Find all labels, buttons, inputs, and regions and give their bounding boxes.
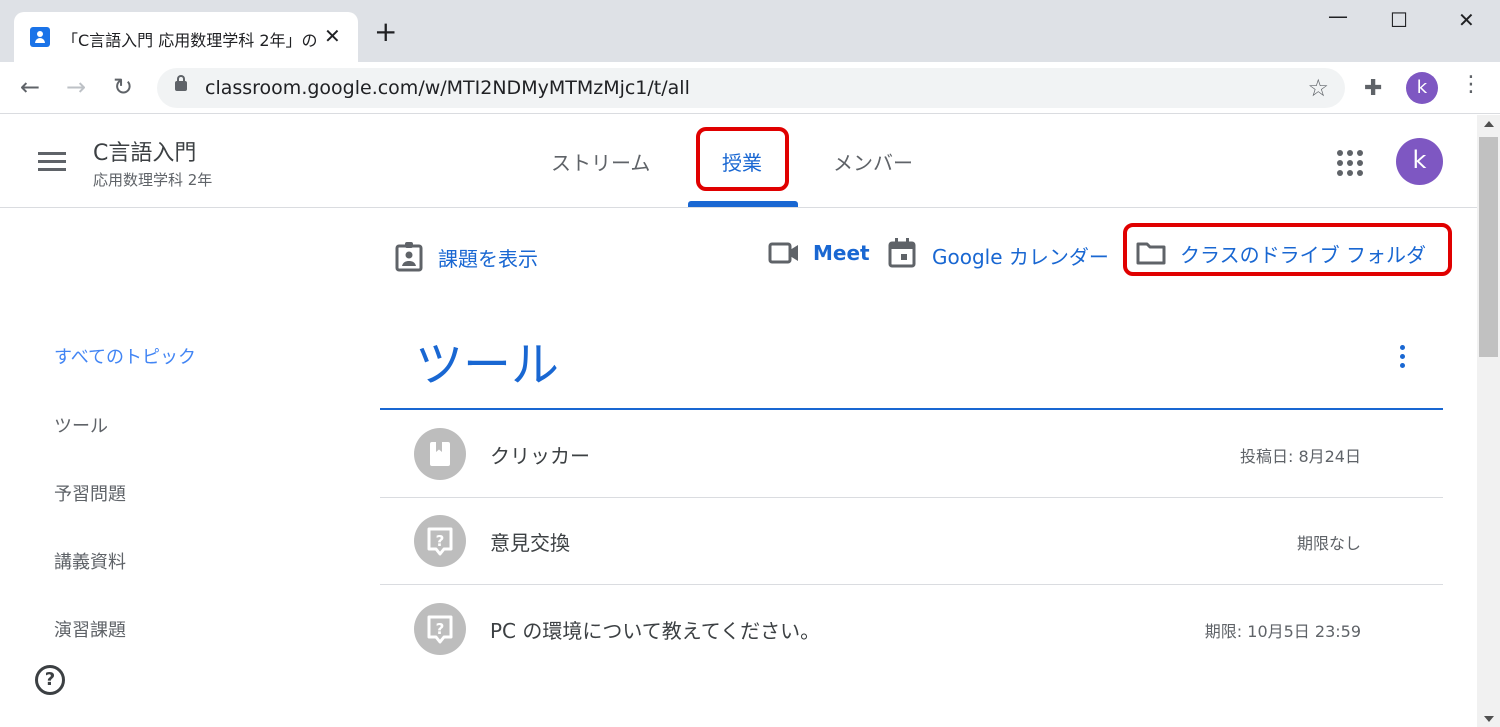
list-item-title: 意見交換 — [490, 531, 570, 555]
browser-menu-icon[interactable]: ⋮ — [1460, 72, 1482, 97]
view-assignments-link[interactable]: 課題を表示 — [395, 240, 545, 274]
browser-tab[interactable]: 「C言語入門 応用数理学科 2年」の ✕ — [14, 12, 358, 62]
reload-icon[interactable]: ↻ — [113, 74, 133, 100]
address-bar[interactable]: classroom.google.com/w/MTI2NDMyMTMzMjc1/… — [157, 68, 1345, 108]
scroll-up-arrow-icon[interactable] — [1484, 121, 1494, 127]
topic-more-options-icon[interactable] — [1392, 345, 1412, 371]
active-tab-indicator — [688, 201, 798, 207]
tab-close-icon[interactable]: ✕ — [324, 24, 341, 48]
sidebar-item-exercises[interactable]: 演習課題 — [54, 616, 126, 642]
scroll-thumb[interactable] — [1479, 137, 1498, 357]
sidebar-item-lecture-materials[interactable]: 講義資料 — [54, 548, 126, 574]
view-assignments-label: 課題を表示 — [438, 247, 538, 271]
lock-icon — [175, 75, 187, 91]
browser-profile-avatar[interactable]: k — [1406, 72, 1438, 104]
google-calendar-link[interactable]: Google カレンダー — [888, 238, 1112, 270]
list-item[interactable]: クリッカー 投稿日: 8月24日 — [380, 410, 1443, 498]
bookmark-star-icon[interactable]: ☆ — [1307, 74, 1329, 102]
new-tab-button[interactable]: + — [374, 18, 397, 46]
list-item-title: クリッカー — [490, 444, 590, 468]
meet-link[interactable]: Meet — [768, 238, 870, 270]
class-subtitle: 応用数理学科 2年 — [93, 171, 213, 189]
page-scrollbar[interactable] — [1477, 115, 1500, 727]
sidebar-item-preview-problems[interactable]: 予習問題 — [54, 480, 126, 506]
class-drive-folder-link[interactable]: クラスのドライブ フォルダ — [1136, 236, 1446, 270]
class-drive-folder-label: クラスのドライブ フォルダ — [1180, 243, 1426, 267]
hamburger-menu-icon[interactable] — [38, 152, 66, 172]
assignment-ind-icon — [395, 242, 423, 272]
minimize-button[interactable]: — — [1328, 4, 1348, 28]
tab-stream[interactable]: ストリーム — [551, 147, 650, 176]
list-item-due: 期限: 10月5日 23:59 — [1204, 622, 1361, 641]
list-item-due: 期限なし — [1296, 534, 1361, 553]
list-item-date: 投稿日: 8月24日 — [1239, 447, 1361, 466]
meet-label: Meet — [813, 241, 870, 265]
material-book-icon — [414, 428, 466, 480]
forward-arrow-icon[interactable]: → — [66, 74, 86, 100]
calendar-icon — [888, 238, 916, 268]
list-item[interactable]: ? PC の環境について教えてください。 期限: 10月5日 23:59 — [380, 585, 1443, 673]
tab-people[interactable]: メンバー — [833, 147, 913, 176]
folder-icon — [1136, 242, 1166, 265]
svg-text:?: ? — [436, 532, 445, 550]
account-avatar[interactable]: k — [1396, 138, 1443, 185]
scroll-down-arrow-icon[interactable] — [1484, 716, 1494, 722]
question-icon: ? — [414, 515, 466, 567]
help-icon[interactable]: ? — [35, 665, 65, 695]
list-item[interactable]: ? 意見交換 期限なし — [380, 497, 1443, 585]
back-arrow-icon[interactable]: ← — [20, 74, 40, 100]
list-item-title: PC の環境について教えてください。 — [490, 619, 821, 643]
google-apps-icon[interactable] — [1337, 150, 1363, 176]
google-calendar-label: Google カレンダー — [932, 245, 1109, 269]
video-camera-icon — [768, 242, 798, 264]
browser-toolbar: ← → ↻ classroom.google.com/w/MTI2NDMyMTM… — [0, 62, 1500, 114]
question-icon: ? — [414, 603, 466, 655]
sidebar-item-all-topics[interactable]: すべてのトピック — [54, 343, 196, 369]
class-name[interactable]: C言語入門 — [93, 135, 196, 167]
tab-classwork[interactable]: 授業 — [722, 147, 762, 176]
sidebar-item-tools[interactable]: ツール — [54, 412, 108, 438]
window-close-button[interactable]: ✕ — [1458, 8, 1475, 32]
tab-title: 「C言語入門 応用数理学科 2年」の — [62, 31, 318, 50]
maximize-button[interactable]: ☐ — [1390, 8, 1408, 32]
classroom-favicon-icon — [30, 27, 50, 47]
classroom-header: C言語入門 応用数理学科 2年 ストリーム 授業 メンバー k — [0, 115, 1477, 208]
topic-title: ツール — [415, 337, 560, 393]
browser-tabstrip: 「C言語入門 応用数理学科 2年」の ✕ + — ☐ ✕ — [0, 0, 1500, 62]
url-text[interactable]: classroom.google.com/w/MTI2NDMyMTMzMjc1/… — [205, 77, 690, 99]
svg-text:?: ? — [436, 620, 445, 638]
extensions-puzzle-icon[interactable]: ✚ — [1364, 76, 1382, 101]
